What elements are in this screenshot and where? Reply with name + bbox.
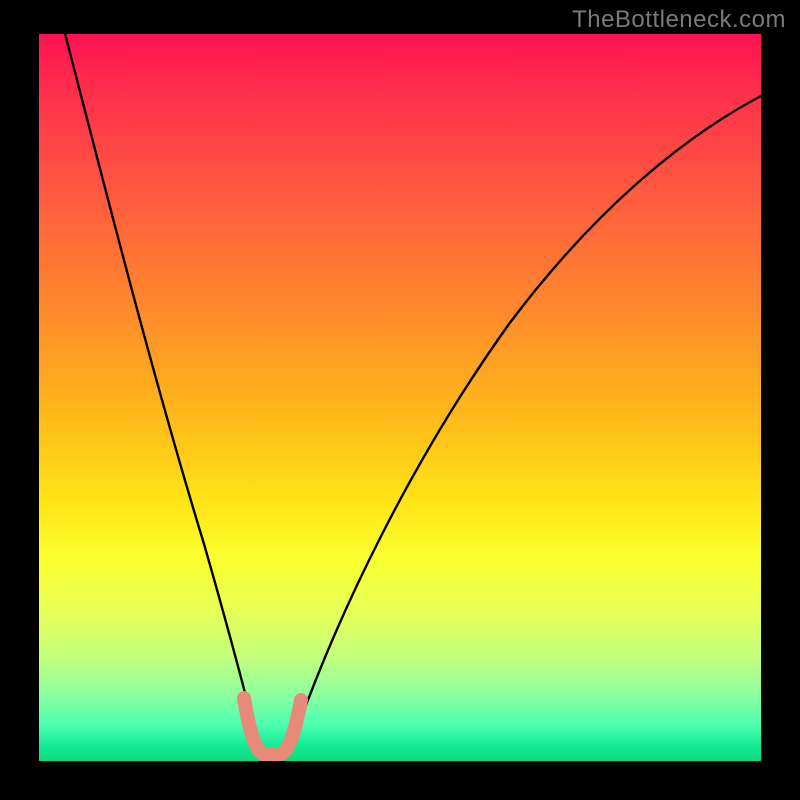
chart-stage: TheBottleneck.com xyxy=(0,0,800,800)
valley-highlight xyxy=(244,698,301,754)
curve-layer xyxy=(39,34,761,761)
v-curve xyxy=(63,26,761,754)
plot-frame xyxy=(39,34,761,761)
watermark-text: TheBottleneck.com xyxy=(572,6,786,34)
